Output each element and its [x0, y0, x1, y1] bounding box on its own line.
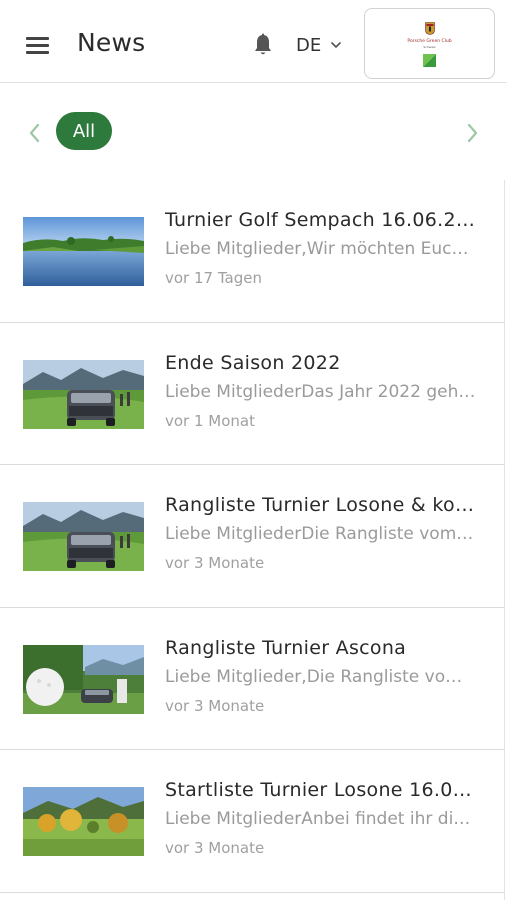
- flag-icon: [423, 54, 436, 67]
- news-excerpt: Liebe Mitglieder,Die Rangliste vom…: [165, 666, 477, 687]
- logo-name: Porsche Green Club: [407, 39, 452, 44]
- news-timestamp: vor 17 Tagen: [165, 269, 262, 287]
- news-timestamp: vor 3 Monate: [165, 839, 265, 857]
- language-select[interactable]: DE: [296, 33, 342, 57]
- news-timestamp: vor 1 Monat: [165, 411, 255, 430]
- news-excerpt: Liebe MitgliederDas Jahr 2022 geh…: [165, 381, 476, 402]
- club-logo[interactable]: Porsche Green Club Schweiz: [364, 8, 495, 79]
- news-thumbnail: [23, 217, 144, 286]
- news-title: Rangliste Turnier Ascona: [165, 636, 407, 659]
- chevron-right-icon[interactable]: [465, 122, 481, 144]
- news-timestamp: vor 3 Monate: [165, 696, 265, 715]
- news-title: Ende Saison 2022: [165, 351, 341, 374]
- news-thumbnail: [23, 502, 144, 571]
- news-title: Turnier Golf Sempach 16.06.2…: [165, 209, 476, 231]
- chevron-down-icon: [331, 42, 342, 49]
- news-item[interactable]: Ende Saison 2022 Liebe MitgliederDas Jah…: [0, 323, 505, 465]
- news-excerpt: Liebe Mitglieder,Wir möchten Euch…: [165, 239, 477, 259]
- news-thumbnail: [23, 644, 144, 714]
- news-item[interactable]: Rangliste Turnier Losone & ko… Liebe Mit…: [0, 465, 505, 608]
- news-excerpt: Liebe MitgliederDie Rangliste vom …: [165, 524, 477, 544]
- news-excerpt: Liebe MitgliederAnbei findet ihr di…: [165, 809, 471, 829]
- menu-icon[interactable]: [22, 32, 52, 56]
- page-title: News: [77, 28, 146, 57]
- news-title: Startliste Turnier Losone 16.0…: [165, 779, 472, 801]
- news-thumbnail: [23, 787, 144, 856]
- news-item[interactable]: Rangliste Turnier Ascona Liebe Mitgliede…: [0, 608, 505, 750]
- language-label: DE: [296, 34, 322, 56]
- bell-icon[interactable]: [252, 33, 274, 57]
- logo-subtitle: Schweiz: [423, 45, 436, 49]
- news-timestamp: vor 3 Monate: [165, 554, 265, 572]
- news-thumbnail: [23, 359, 144, 429]
- news-title: Rangliste Turnier Losone & ko…: [165, 494, 475, 516]
- news-list: Turnier Golf Sempach 16.06.2… Liebe Mitg…: [0, 180, 505, 900]
- chip-all[interactable]: All: [56, 112, 112, 150]
- crest-icon: [425, 22, 435, 35]
- chevron-left-icon[interactable]: [26, 122, 42, 144]
- app-header: News DE Porsche Green Club Schweiz: [0, 0, 507, 83]
- news-item[interactable]: Startliste Turnier Losone 16.0… Liebe Mi…: [0, 750, 505, 893]
- news-item[interactable]: Turnier Golf Sempach 16.06.2… Liebe Mitg…: [0, 180, 505, 323]
- category-filter-bar: All: [0, 84, 507, 180]
